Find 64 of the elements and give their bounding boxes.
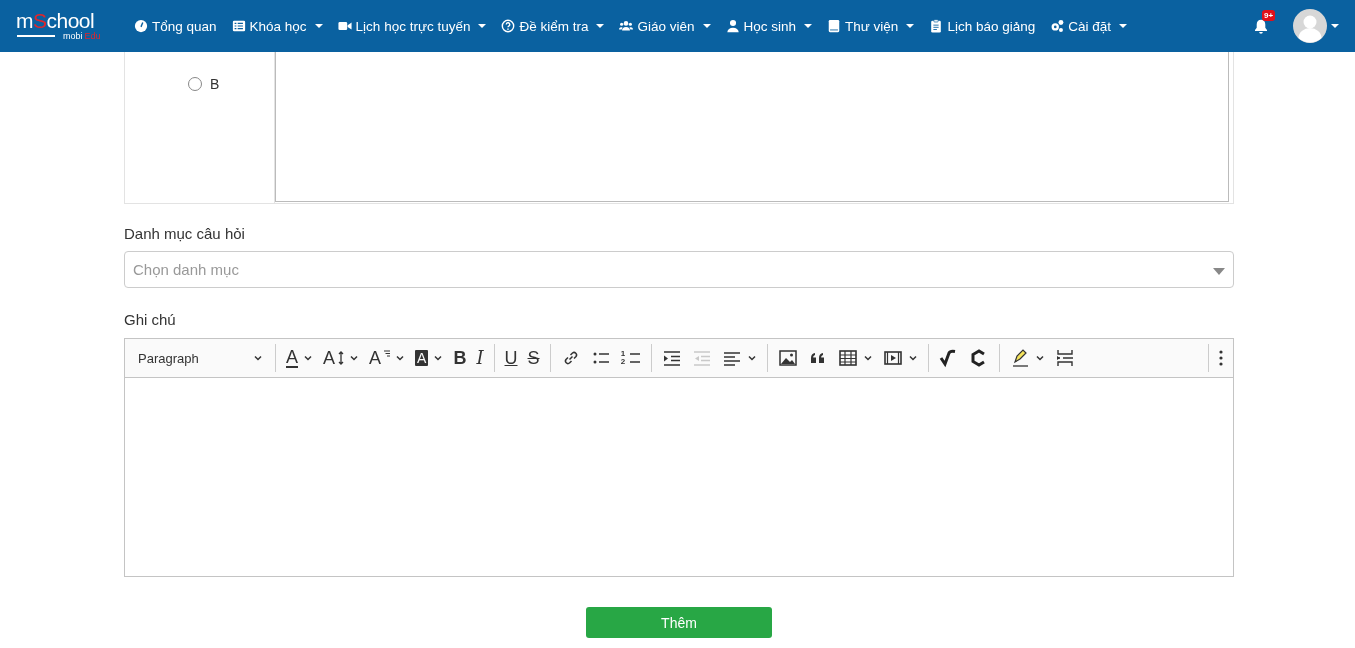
nav-link[interactable]: Tổng quan (134, 18, 217, 34)
caret-icon (1119, 24, 1127, 28)
chevron-down-icon (303, 353, 313, 363)
font-color-tool-button[interactable]: A (282, 343, 317, 373)
gears-icon (1050, 19, 1065, 33)
table-icon (837, 348, 858, 368)
caret-icon (702, 24, 711, 28)
bg-color-tool-button[interactable]: A (411, 343, 448, 373)
clipboard-icon (929, 19, 944, 33)
chevron-down-icon (862, 353, 873, 363)
field-label: Danh mục câu hỏi (124, 225, 246, 242)
list-icon (231, 19, 246, 33)
avatar-silhouette-icon (1293, 9, 1327, 43)
dropdown-arrow-icon (1213, 267, 1225, 275)
user-menu-button[interactable] (1293, 9, 1339, 43)
outdent-icon (691, 348, 712, 368)
up-down-arrow-icon (338, 350, 345, 366)
media-icon (882, 348, 903, 368)
more-icon (1219, 350, 1223, 366)
field-label: Ghi chú (124, 311, 177, 328)
page-break-icon (1054, 348, 1075, 368)
chevron-down-icon (907, 353, 918, 363)
chevron-down-icon (746, 353, 757, 363)
chevron-down-icon (253, 353, 263, 363)
caret-icon (596, 24, 605, 28)
image-icon (777, 348, 798, 368)
chevron-down-icon (1034, 353, 1045, 363)
nav-link[interactable]: Khóa học (231, 18, 323, 34)
caret-icon (906, 24, 915, 28)
book-icon (827, 19, 842, 33)
nav-link[interactable]: Lịch báo giảng (929, 18, 1036, 34)
lines-icon (628, 350, 641, 366)
numbers-tool-button[interactable]: 12 (616, 343, 645, 373)
font-family-tool-button[interactable]: A (365, 343, 410, 373)
answer-label: B (210, 76, 220, 92)
caret-icon (804, 24, 813, 28)
nav-link[interactable]: Học sinh (725, 18, 813, 34)
video-camera-icon (337, 19, 352, 33)
heading-dropdown[interactable]: Paragraph (131, 350, 269, 366)
users-icon (619, 19, 634, 33)
nav-link[interactable]: Lịch học trực tuyến (337, 18, 487, 34)
bell-icon[interactable] (1253, 17, 1269, 35)
user-icon (725, 19, 740, 33)
answer-editor-field[interactable] (275, 52, 1229, 202)
underline-tool-button[interactable]: U (500, 343, 522, 373)
question-circle-icon (501, 19, 516, 33)
lines-icon (384, 350, 391, 360)
gauge-icon (134, 19, 148, 33)
logo[interactable]: mSchool mobi Edu (16, 11, 116, 41)
nav-link[interactable]: Giáo viên (619, 18, 711, 34)
font-size-tool-button[interactable]: A (319, 343, 364, 373)
notification-badge: 9+ (1262, 9, 1276, 21)
nav-link[interactable]: Đề kiểm tra (501, 18, 605, 34)
indent-icon (661, 348, 682, 368)
caret-icon (478, 24, 487, 28)
caret-icon (314, 24, 323, 28)
strike-tool-button[interactable]: S (523, 343, 544, 373)
chevron-down-icon (433, 353, 444, 363)
nav-link[interactable]: Thư viện (827, 18, 915, 34)
bold-tool-button[interactable]: B (449, 343, 471, 373)
nav-link[interactable]: Cài đặt (1050, 18, 1127, 34)
italic-tool-button[interactable]: I (472, 343, 488, 373)
chevron-down-icon (349, 353, 360, 363)
chevron-down-icon (395, 353, 406, 363)
